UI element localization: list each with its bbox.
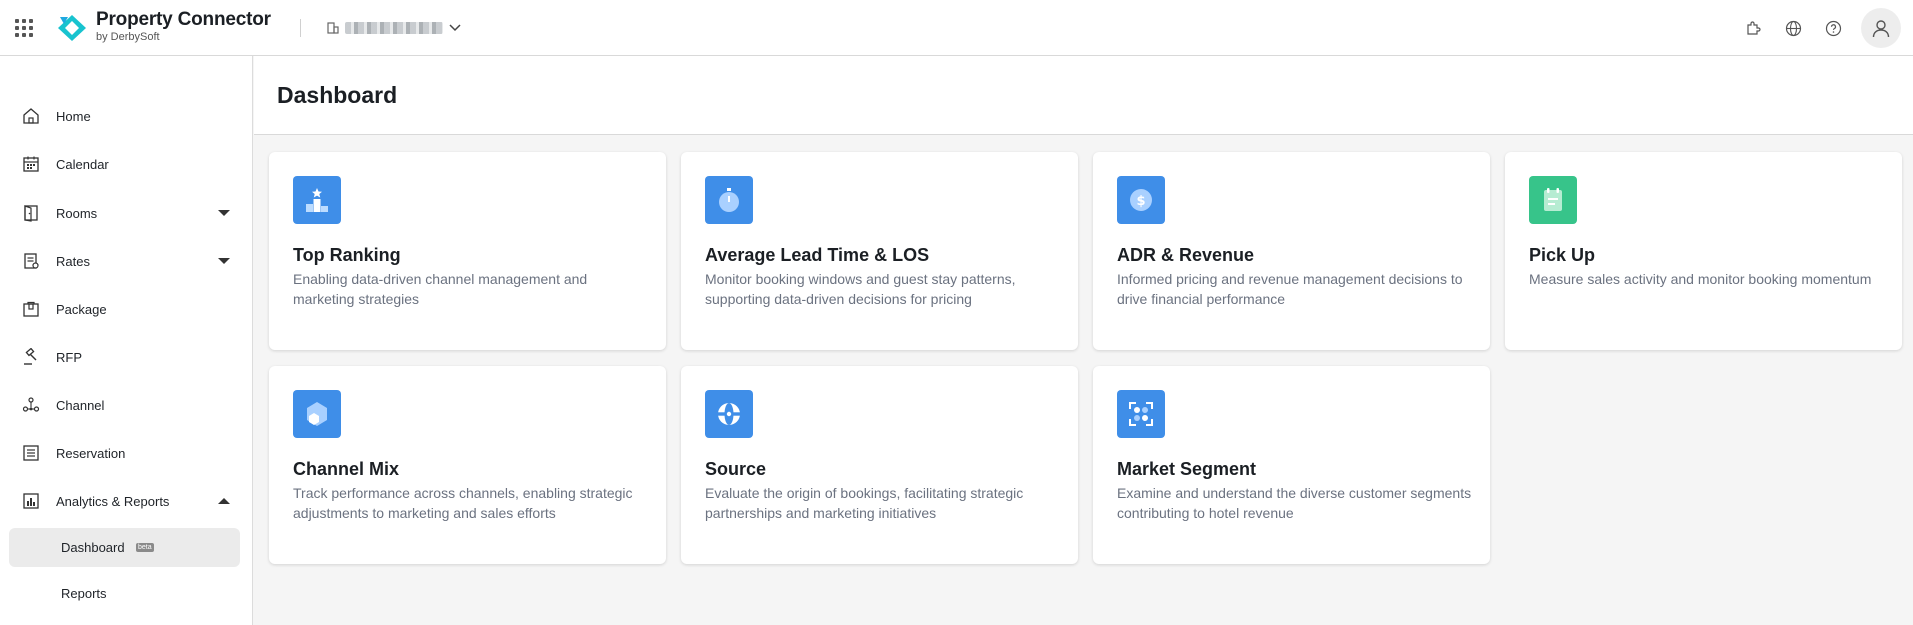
sidebar-item-label: Rates (56, 253, 90, 269)
dollar-coin-icon: $ (1117, 176, 1165, 224)
hotel-selector[interactable] (327, 18, 461, 38)
extension-icon[interactable] (1741, 16, 1765, 40)
caret-down-icon[interactable] (218, 258, 230, 264)
sidebar-item-home[interactable]: Home (0, 96, 252, 136)
brand-name: Property Connector (96, 9, 271, 30)
segment-scan-icon (1117, 390, 1165, 438)
sidebar-item-rfp[interactable]: RFP (0, 337, 252, 377)
sidebar-item-rooms[interactable]: Rooms (0, 193, 252, 233)
card-market-segment[interactable]: Market Segment Examine and understand th… (1093, 366, 1490, 564)
card-average-lead-time-los[interactable]: Average Lead Time & LOS Monitor booking … (681, 152, 1078, 350)
beta-badge: beta (136, 543, 154, 552)
caret-up-icon[interactable] (218, 498, 230, 504)
header-divider (300, 19, 301, 37)
language-globe-icon[interactable] (1781, 16, 1805, 40)
hotel-name-redacted (345, 22, 443, 34)
sidebar-item-rates[interactable]: Rates (0, 241, 252, 281)
sidebar-subitem-reports[interactable]: Reports (9, 574, 240, 613)
card-channel-mix[interactable]: Channel Mix Track performance across cha… (269, 366, 666, 564)
svg-text:$: $ (1136, 194, 1145, 209)
calendar-icon (21, 154, 41, 174)
hexagon-icon (293, 390, 341, 438)
card-pick-up[interactable]: Pick Up Measure sales activity and monit… (1505, 152, 1902, 350)
sidebar-item-analytics-reports[interactable]: Analytics & Reports (0, 481, 252, 521)
card-source[interactable]: Source Evaluate the origin of bookings, … (681, 366, 1078, 564)
card-description: Monitor booking windows and guest stay p… (705, 271, 1016, 307)
page-header: Dashboard (254, 56, 1913, 135)
package-icon (21, 299, 41, 319)
sidebar-item-label: RFP (56, 349, 82, 365)
page-title: Dashboard (277, 82, 398, 108)
caret-down-icon[interactable] (218, 210, 230, 216)
globe-icon (705, 390, 753, 438)
apps-grid-icon[interactable] (15, 19, 33, 37)
card-description: Examine and understand the diverse custo… (1117, 485, 1472, 521)
card-description: Enabling data-driven channel management … (293, 271, 588, 307)
brand-logo-icon (58, 15, 86, 41)
card-description: Measure sales activity and monitor booki… (1529, 271, 1872, 287)
user-icon (1872, 20, 1890, 38)
gavel-icon (21, 347, 41, 367)
sidebar-item-label: Analytics & Reports (56, 493, 170, 509)
sidebar-item-calendar[interactable]: Calendar (0, 144, 252, 184)
clipboard-icon (1529, 176, 1577, 224)
sidebar-item-label: Calendar (56, 156, 109, 172)
sidebar: Home Calendar Rooms Rates Package RFP Ch… (0, 56, 253, 625)
header-actions (1741, 8, 1901, 48)
sidebar-item-reservation[interactable]: Reservation (0, 433, 252, 473)
top-header: Property Connector by DerbySoft (0, 0, 1913, 56)
building-icon (327, 22, 339, 34)
card-top-ranking[interactable]: Top Ranking Enabling data-driven channel… (269, 152, 666, 350)
card-title: ADR & Revenue (1117, 245, 1255, 265)
podium-icon (293, 176, 341, 224)
card-adr-revenue[interactable]: $ ADR & Revenue Informed pricing and rev… (1093, 152, 1490, 350)
sidebar-item-label: Package (56, 301, 107, 317)
card-title: Top Ranking (293, 245, 401, 265)
sidebar-item-label: Reservation (56, 445, 126, 461)
card-description: Informed pricing and revenue management … (1117, 271, 1463, 307)
list-icon (21, 443, 41, 463)
sidebar-item-package[interactable]: Package (0, 289, 252, 329)
card-title: Pick Up (1529, 245, 1596, 265)
sidebar-subitem-label: Reports (61, 586, 107, 601)
network-icon (21, 395, 41, 415)
card-title: Channel Mix (293, 459, 400, 479)
chevron-down-icon (449, 24, 461, 32)
sidebar-item-label: Home (56, 108, 91, 124)
sidebar-subitem-dashboard[interactable]: Dashboard beta (9, 528, 240, 567)
card-description: Evaluate the origin of bookings, facilit… (705, 485, 1024, 521)
help-icon[interactable] (1821, 16, 1845, 40)
receipt-icon (21, 251, 41, 271)
card-title: Average Lead Time & LOS (705, 245, 930, 265)
chart-icon (21, 491, 41, 511)
stopwatch-icon (705, 176, 753, 224)
sidebar-item-channel[interactable]: Channel (0, 385, 252, 425)
sidebar-item-label: Rooms (56, 205, 98, 221)
card-title: Source (705, 459, 767, 479)
card-description: Track performance across channels, enabl… (293, 485, 633, 521)
brand-subtitle: by DerbySoft (96, 31, 160, 43)
user-avatar[interactable] (1861, 8, 1901, 48)
brand[interactable]: Property Connector by DerbySoft (96, 9, 271, 43)
home-icon (21, 106, 41, 126)
card-title: Market Segment (1117, 459, 1257, 479)
sidebar-subitem-label: Dashboard (61, 540, 125, 555)
sidebar-item-label: Channel (56, 397, 105, 413)
door-icon (21, 203, 41, 223)
